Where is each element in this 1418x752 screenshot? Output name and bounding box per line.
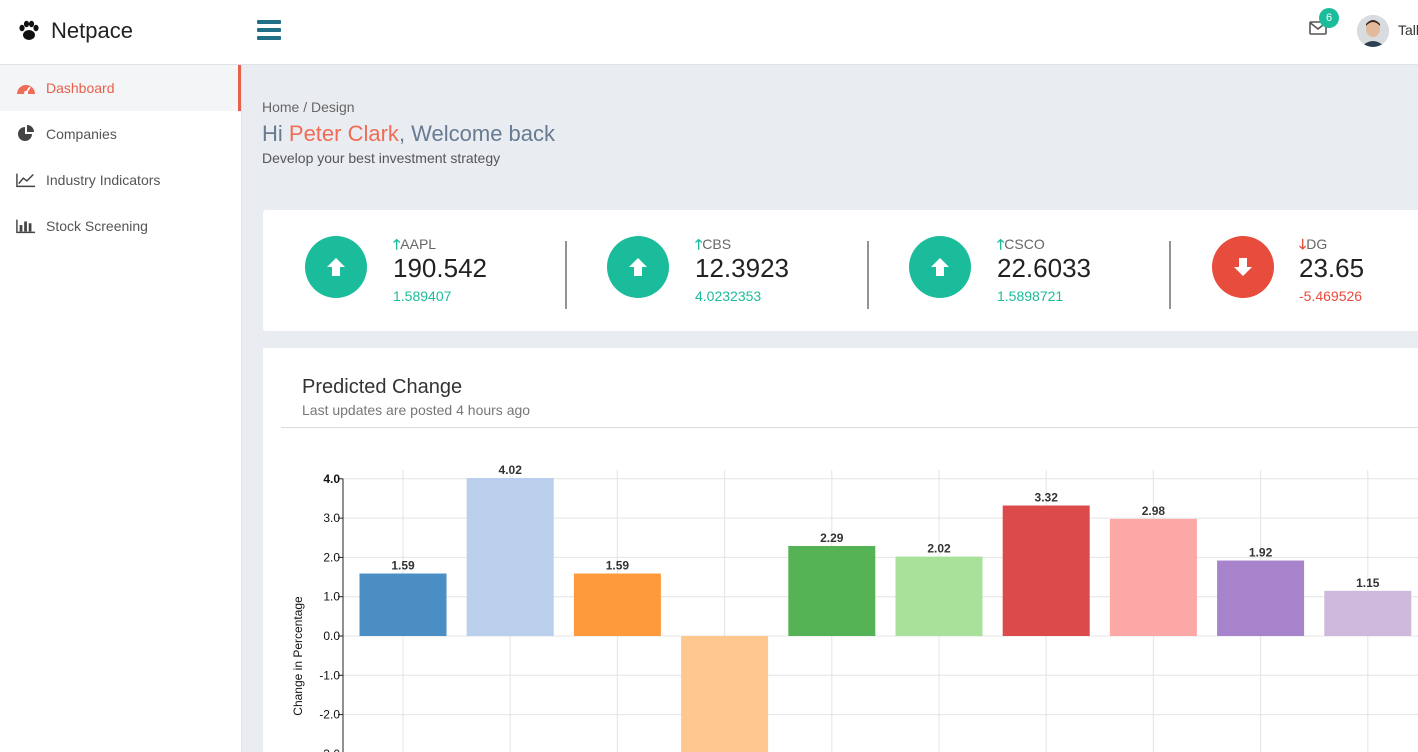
bar [681,636,769,752]
arrow-up-icon [305,236,367,298]
y-tick-label: 2.0 [323,550,340,564]
data-label: 3.32 [1035,491,1059,505]
bar-chart-icon [16,217,36,235]
y-tick-label: -1.0 [319,668,340,682]
paw-icon [12,14,46,48]
dashboard-icon [16,79,36,97]
y-tick-label: 1.0 [323,590,340,604]
user-name[interactable]: Tall [1398,22,1418,38]
sidebar-item-companies[interactable]: Companies [0,111,241,157]
data-label: 2.29 [820,531,844,545]
data-label: 2.02 [927,542,951,556]
avatar[interactable] [1357,15,1389,47]
divider [1169,241,1171,309]
pie-chart-icon [16,125,36,143]
data-label: 1.92 [1249,546,1273,560]
ticker-change: 1.589407 [393,288,452,304]
ticker-change: 1.5898721 [997,288,1064,304]
breadcrumb: Home / Design [262,99,355,115]
data-label: 2.98 [1142,504,1166,518]
ticker-card: 🡑AAPL 190.542 1.589407 🡑CBS 12.3923 4.02… [263,210,1418,331]
menu-toggle-icon[interactable] [257,20,281,40]
bar [1002,505,1090,636]
divider [867,241,869,309]
y-tick-label: -3.0 [319,747,340,752]
ticker-price: 23.65 [1299,253,1365,283]
bar [573,573,661,636]
y-tick-label: 4.0 [323,472,340,486]
bar [359,573,447,636]
ticker-change: -5.469526 [1299,288,1363,304]
ticker-price: 12.3923 [695,253,789,283]
y-tick-label: -2.0 [319,708,340,722]
bar [466,478,554,636]
sidebar-item-label: Industry Indicators [46,172,161,188]
brand-name: Netpace [51,18,133,43]
arrow-up-icon [607,236,669,298]
data-label: 1.59 [391,559,415,573]
arrow-up-icon [909,236,971,298]
predicted-change-chart: 4.0 3.0 2.0 1.0 0.0 -1.0 -2.0 -3.0 1.59 4.02 1.59 2… [291,463,1418,752]
bar [1109,518,1197,636]
data-label: 1.15 [1356,576,1380,590]
sidebar-item-industry-indicators[interactable]: Industry Indicators [0,157,241,203]
predicted-change-card: Predicted Change Last updates are posted… [263,348,1418,752]
bar [1217,560,1305,636]
ticker-price: 22.6033 [997,253,1091,283]
page-subtitle: Develop your best investment strategy [262,150,501,166]
page-title: Hi Peter Clark, Welcome back [262,121,555,147]
notification-badge[interactable]: 6 [1319,8,1339,28]
ticker-price: 190.542 [393,253,487,283]
line-chart-icon [16,171,36,189]
top-bar: Netpace 6 Tall [0,0,1418,65]
sidebar-item-dashboard[interactable]: Dashboard [0,65,241,111]
bar [788,546,876,636]
data-label: 1.59 [606,559,630,573]
brand[interactable]: Netpace [12,14,133,48]
greeting-prefix: Hi [262,121,289,146]
ticker-change: 4.0232353 [695,288,762,304]
y-axis-label: Change in Percentage [291,596,305,716]
greeting-suffix: , Welcome back [398,121,556,146]
data-label: 4.02 [499,463,523,477]
sidebar-item-label: Dashboard [46,80,115,96]
user-full-name: Peter Clark [288,121,399,146]
bar [895,556,983,636]
y-tick-label: 0.0 [323,629,340,643]
y-tick-label: 3.0 [323,511,340,525]
sidebar-item-label: Stock Screening [46,218,148,234]
divider [565,241,567,309]
bar [1324,590,1412,636]
arrow-down-icon [1212,236,1274,298]
sidebar: Dashboard Companies Industry Indicators [0,65,242,752]
sidebar-item-stock-screening[interactable]: Stock Screening [0,203,241,249]
sidebar-item-label: Companies [46,126,117,142]
